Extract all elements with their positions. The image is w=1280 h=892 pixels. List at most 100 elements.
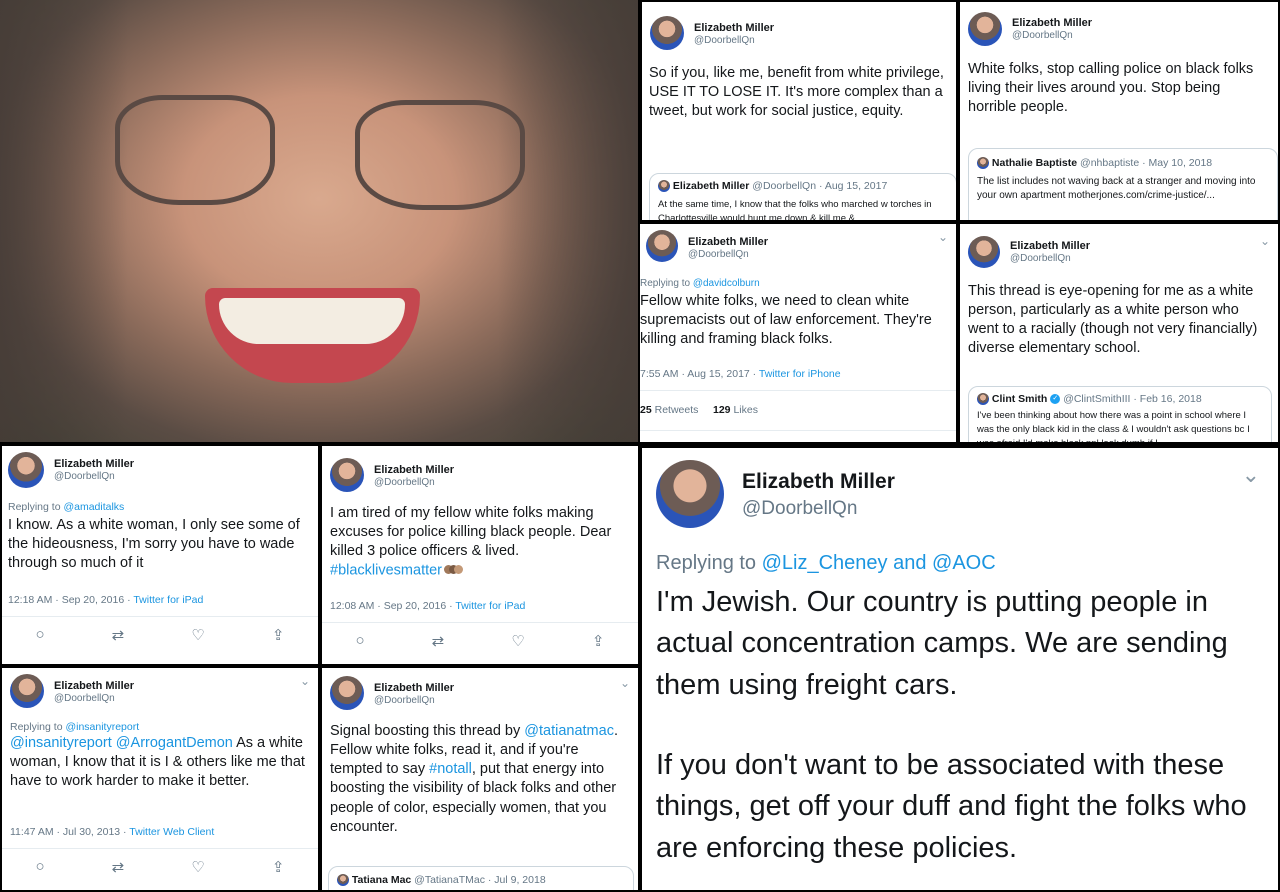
retweet-icon[interactable]: ⇄ — [112, 858, 125, 876]
quoted-text: At the same time, I know that the folks … — [658, 199, 932, 220]
avatar[interactable] — [656, 460, 724, 528]
reply-icon[interactable]: ○ — [36, 858, 45, 876]
quoted-tweet[interactable]: Tatiana Mac @TatianaTMac · Jul 9, 2018 — [328, 866, 634, 890]
client-link[interactable]: Twitter for iPad — [133, 594, 203, 606]
quoted-date: · Jul 9, 2018 — [487, 874, 546, 886]
tweet-text-paragraph-2: If you don't want to be associated with … — [656, 749, 1247, 864]
like-icon[interactable]: ♡ — [511, 632, 524, 650]
photo-glasses-right — [355, 100, 525, 210]
avatar[interactable] — [650, 16, 684, 50]
replying-to-link[interactable]: @davidcolburn — [693, 278, 760, 289]
tweet-card-hideousness[interactable]: Elizabeth Miller @DoorbellQn Replying to… — [2, 446, 318, 664]
chevron-down-icon[interactable]: ⌄ — [1260, 234, 1270, 248]
avatar[interactable] — [10, 674, 44, 708]
quoted-date: · Feb 16, 2018 — [1133, 393, 1202, 405]
quoted-date: · May 10, 2018 — [1142, 157, 1213, 169]
replying-to: Replying to @insanityreport — [10, 721, 140, 733]
profile-photo — [0, 0, 638, 442]
quoted-tweet[interactable]: Nathalie Baptiste @nhbaptiste · May 10, … — [968, 148, 1278, 220]
tweet-actions: ○ ⇄ ♡ ⇪ — [322, 632, 638, 650]
hashtag-link[interactable]: #notall — [429, 761, 472, 777]
quoted-tweet[interactable]: Clint Smith ✓ @ClintSmithIII · Feb 16, 2… — [968, 386, 1272, 442]
author-name[interactable]: Elizabeth Miller — [1012, 17, 1092, 29]
tweet-text: I know. As a white woman, I only see som… — [8, 517, 300, 572]
author-handle: @DoorbellQn — [374, 695, 435, 706]
quoted-date: · Aug 15, 2017 — [818, 180, 888, 192]
chevron-down-icon[interactable]: ⌄ — [938, 230, 948, 244]
quoted-author-handle: @nhbaptiste — [1080, 157, 1140, 169]
author-handle: @DoorbellQn — [1012, 30, 1073, 41]
share-icon[interactable]: ⇪ — [272, 858, 285, 876]
avatar[interactable] — [646, 230, 678, 262]
replying-to: Replying to @davidcolburn — [640, 278, 760, 289]
tweet-card-signal-boosting[interactable]: Elizabeth Miller @DoorbellQn ⌄ Signal bo… — [322, 668, 638, 890]
quoted-tweet[interactable]: Elizabeth Miller @DoorbellQn · Aug 15, 2… — [649, 173, 956, 220]
share-icon[interactable]: ⇪ — [272, 626, 285, 644]
author-name[interactable]: Elizabeth Miller — [694, 22, 774, 34]
mention-link[interactable]: @tatianatmac — [524, 723, 614, 739]
reply-icon[interactable]: ○ — [36, 626, 45, 644]
fist-emoji-icon — [444, 561, 464, 580]
mention-link[interactable]: @ArrogantDemon — [116, 735, 233, 751]
quoted-author-handle: @TatianaTMac — [414, 874, 485, 886]
author-name[interactable]: Elizabeth Miller — [374, 682, 454, 694]
quoted-author-name: Nathalie Baptiste — [991, 157, 1078, 169]
chevron-down-icon[interactable]: ⌄ — [1242, 462, 1260, 488]
client-link[interactable]: Twitter Web Client — [129, 826, 214, 838]
author-name[interactable]: Elizabeth Miller — [54, 680, 134, 692]
author-handle: @DoorbellQn — [374, 477, 435, 488]
tweet-text: White folks, stop calling police on blac… — [968, 61, 1254, 116]
tweet-card-work-harder[interactable]: Elizabeth Miller @DoorbellQn ⌄ Replying … — [2, 668, 318, 890]
retweet-count[interactable]: 25 — [640, 404, 652, 416]
replying-to-link[interactable]: @amaditalks — [63, 501, 124, 513]
tweet-card-concentration-camps[interactable]: Elizabeth Miller @DoorbellQn ⌄ Replying … — [642, 448, 1278, 890]
tweet-text: I am tired of my fellow white folks maki… — [330, 505, 612, 580]
hashtag-link[interactable]: #blacklivesmatter — [330, 563, 442, 579]
reply-icon[interactable]: ○ — [356, 632, 365, 650]
tweet-timestamp: 11:47 AM · Jul 30, 2013 · Twitter Web Cl… — [10, 826, 215, 838]
verified-icon: ✓ — [1050, 394, 1061, 405]
author-handle: @DoorbellQn — [54, 693, 115, 704]
tweet-card-police-killing[interactable]: Elizabeth Miller @DoorbellQn I am tired … — [322, 446, 638, 664]
like-icon[interactable]: ♡ — [191, 626, 204, 644]
author-handle: @DoorbellQn — [742, 498, 858, 519]
avatar[interactable] — [968, 236, 1000, 268]
chevron-down-icon[interactable]: ⌄ — [300, 674, 310, 688]
author-handle: @DoorbellQn — [54, 471, 115, 482]
author-name[interactable]: Elizabeth Miller — [374, 464, 454, 476]
author-name[interactable]: Elizabeth Miller — [1010, 240, 1090, 252]
retweet-icon[interactable]: ⇄ — [112, 626, 125, 644]
tweet-text: So if you, like me, benefit from white p… — [649, 65, 944, 120]
author-handle: @DoorbellQn — [694, 35, 755, 46]
quoted-text: I've been thinking about how there was a… — [977, 410, 1250, 442]
mention-link[interactable]: @insanityreport — [10, 735, 112, 751]
author-name[interactable]: Elizabeth Miller — [742, 470, 895, 494]
avatar[interactable] — [330, 458, 364, 492]
tweet-card-stop-calling-police[interactable]: Elizabeth Miller @DoorbellQn White folks… — [960, 2, 1278, 220]
client-link[interactable]: Twitter for iPad — [455, 600, 525, 612]
avatar[interactable] — [330, 676, 364, 710]
replying-to-link[interactable]: @Liz_Cheney and @AOC — [762, 552, 996, 574]
replying-to-link[interactable]: @insanityreport — [65, 721, 139, 733]
share-icon[interactable]: ⇪ — [592, 632, 605, 650]
tweet-card-privilege[interactable]: Elizabeth Miller @DoorbellQn So if you, … — [642, 2, 956, 220]
tweet-text: Signal boosting this thread by @tatianat… — [330, 723, 618, 835]
tweet-text: This thread is eye-opening for me as a w… — [968, 283, 1258, 357]
author-handle: @DoorbellQn — [688, 249, 749, 260]
chevron-down-icon[interactable]: ⌄ — [620, 676, 630, 690]
like-count[interactable]: 129 — [713, 404, 731, 416]
tweet-card-thread[interactable]: Elizabeth Miller @DoorbellQn ⌄ This thre… — [960, 224, 1278, 442]
tweet-card-law-enforcement[interactable]: Elizabeth Miller @DoorbellQn ⌄ Replying … — [640, 224, 956, 442]
retweet-icon[interactable]: ⇄ — [432, 632, 445, 650]
quoted-author-name: Clint Smith — [991, 393, 1048, 405]
author-handle: @DoorbellQn — [1010, 253, 1071, 264]
tweet-stats: 25 Retweets 129 Likes — [640, 404, 758, 416]
quoted-text: The list includes not waving back at a s… — [977, 176, 1256, 201]
author-name[interactable]: Elizabeth Miller — [54, 458, 134, 470]
avatar[interactable] — [8, 452, 44, 488]
like-icon[interactable]: ♡ — [191, 858, 204, 876]
avatar[interactable] — [968, 12, 1002, 46]
author-name[interactable]: Elizabeth Miller — [688, 236, 768, 248]
client-link[interactable]: Twitter for iPhone — [759, 368, 841, 380]
quoted-author-name: Elizabeth Miller — [672, 180, 750, 192]
